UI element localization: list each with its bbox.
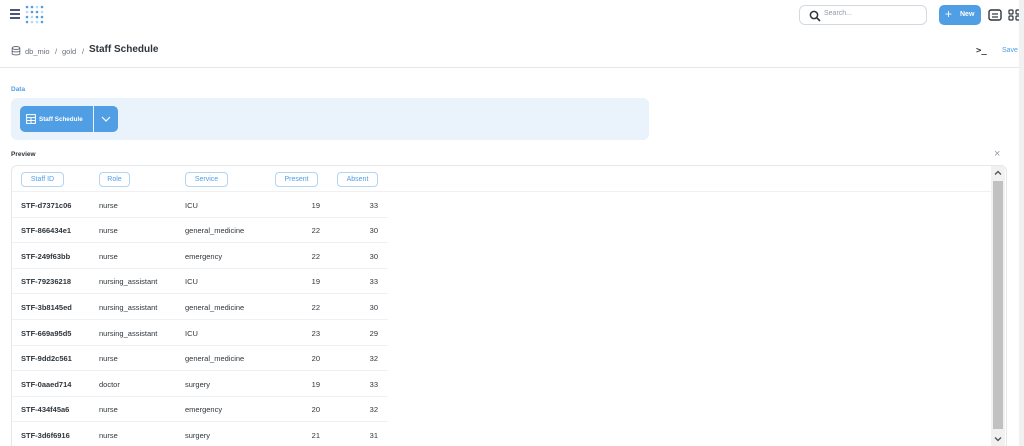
search-input[interactable]: Search...	[799, 5, 927, 25]
cell-absent: 30	[369, 226, 378, 236]
cell-staff-id: STF-0aaed714	[21, 379, 72, 389]
cell-present: 19	[311, 200, 320, 210]
cell-present: 21	[311, 430, 320, 440]
cell-absent: 33	[369, 200, 378, 210]
table-row: STF-9dd2c561 nurse general_medicine 20 3…	[12, 346, 388, 372]
new-button-label: New	[960, 11, 975, 18]
cell-present: 23	[311, 328, 320, 338]
cell-present: 22	[311, 302, 320, 312]
cell-absent: 32	[369, 354, 378, 364]
cell-service: surgery	[185, 430, 211, 440]
cell-role: doctor	[99, 379, 120, 389]
new-button[interactable]: + New	[939, 5, 981, 25]
cell-role: nurse	[99, 200, 118, 210]
cell-staff-id: STF-3b8145ed	[21, 302, 72, 312]
table-row: STF-3b8145ed nursing_assistant general_m…	[12, 294, 388, 320]
cell-service: emergency	[185, 251, 223, 261]
table-row: STF-0aaed714 doctor surgery 19 33	[12, 371, 388, 397]
table-select-label: Staff Schedule	[39, 116, 83, 123]
save-button[interactable]: Save	[1002, 47, 1018, 54]
cell-staff-id: STF-866434e1	[21, 226, 72, 236]
cell-present: 22	[311, 251, 320, 261]
cell-role: nurse	[99, 405, 118, 415]
cell-service: ICU	[185, 328, 198, 338]
cell-service: emergency	[185, 405, 223, 415]
cell-service: surgery	[185, 379, 211, 389]
cell-absent: 33	[369, 277, 378, 287]
table-row: STF-3d6f6916 nurse surgery 21 31	[12, 422, 388, 446]
cell-role: nurse	[99, 354, 118, 364]
cell-present: 20	[311, 405, 320, 415]
menu-icon[interactable]	[10, 9, 20, 19]
cell-staff-id: STF-434f45a6	[21, 405, 70, 415]
top-navigation-bar: Search... + New	[0, 0, 1024, 30]
close-icon[interactable]: ×	[994, 149, 1000, 160]
preview-table: Staff ID Role Service Present Absent STF…	[11, 165, 1007, 446]
breadcrumb: db_mio / gold / Staff Schedule >_ Save	[0, 38, 1024, 68]
column-header-role[interactable]: Role	[99, 172, 130, 187]
table-row: STF-d7371c06 nurse ICU 19 33	[12, 192, 388, 218]
column-header-service[interactable]: Service	[185, 172, 228, 187]
column-header-absent[interactable]: Absent	[337, 172, 378, 187]
scrollbar-thumb[interactable]	[993, 181, 1003, 429]
column-header-present[interactable]: Present	[275, 172, 318, 187]
cell-role: nursing_assistant	[99, 277, 158, 287]
cell-staff-id: STF-249f63bb	[21, 251, 71, 261]
table-row: STF-669a95d5 nursing_assistant ICU 23 29	[12, 320, 388, 346]
table-icon	[26, 114, 36, 124]
cell-role: nurse	[99, 251, 118, 261]
cell-staff-id: STF-3d6f6916	[21, 430, 70, 440]
table-row: STF-866434e1 nurse general_medicine 22 3…	[12, 218, 388, 244]
column-header-staff-id[interactable]: Staff ID	[21, 172, 64, 187]
cell-role: nursing_assistant	[99, 328, 158, 338]
cell-service: ICU	[185, 277, 198, 287]
page-title: Staff Schedule	[89, 44, 159, 55]
cell-role: nurse	[99, 226, 118, 236]
cell-present: 19	[311, 379, 320, 389]
plus-icon: +	[945, 7, 953, 21]
cell-absent: 33	[369, 379, 378, 389]
cell-absent: 30	[369, 302, 378, 312]
cell-staff-id: STF-79236218	[21, 277, 72, 287]
breadcrumb-separator: /	[55, 47, 58, 56]
preview-section-label: Preview	[11, 151, 36, 158]
cell-absent: 29	[369, 328, 378, 338]
cell-absent: 30	[369, 251, 378, 261]
keyboard-icon[interactable]	[986, 6, 1004, 24]
table-header-row: Staff ID Role Service Present Absent	[12, 166, 992, 192]
cell-role: nursing_assistant	[99, 302, 158, 312]
scroll-down-arrow-icon[interactable]	[991, 432, 1005, 446]
cell-service: ICU	[185, 200, 198, 210]
search-icon	[809, 10, 821, 22]
table-dropdown-button[interactable]	[94, 106, 118, 132]
cell-staff-id: STF-9dd2c561	[21, 354, 72, 364]
cell-staff-id: STF-669a95d5	[21, 328, 72, 338]
cell-absent: 32	[369, 405, 378, 415]
cell-present: 19	[311, 277, 320, 287]
breadcrumb-database[interactable]: db_mio	[25, 47, 50, 56]
table-row: STF-434f45a6 nurse emergency 20 32	[12, 397, 388, 423]
logo-icon[interactable]	[24, 4, 46, 26]
table-row: STF-249f63bb nurse emergency 22 30	[12, 243, 388, 269]
cell-role: nurse	[99, 430, 118, 440]
page-scrollbar-track[interactable]	[1019, 0, 1024, 446]
cell-present: 22	[311, 226, 320, 236]
scroll-up-arrow-icon[interactable]	[991, 166, 1005, 180]
cell-service: general_medicine	[185, 302, 245, 312]
table-select-button[interactable]: Staff Schedule	[20, 106, 93, 132]
search-placeholder: Search...	[824, 10, 853, 17]
cell-service: general_medicine	[185, 354, 245, 364]
breadcrumb-schema[interactable]: gold	[62, 47, 76, 56]
database-icon	[11, 46, 21, 56]
data-section-label: Data	[11, 86, 26, 93]
chevron-down-icon	[101, 116, 111, 122]
table-row: STF-79236218 nursing_assistant ICU 19 33	[12, 269, 388, 295]
data-source-panel: Staff Schedule	[11, 98, 649, 140]
terminal-icon[interactable]: >_	[976, 46, 987, 56]
cell-service: general_medicine	[185, 226, 245, 236]
cell-present: 20	[311, 354, 320, 364]
cell-staff-id: STF-d7371c06	[21, 200, 72, 210]
breadcrumb-separator: /	[82, 47, 85, 56]
cell-absent: 31	[369, 430, 378, 440]
